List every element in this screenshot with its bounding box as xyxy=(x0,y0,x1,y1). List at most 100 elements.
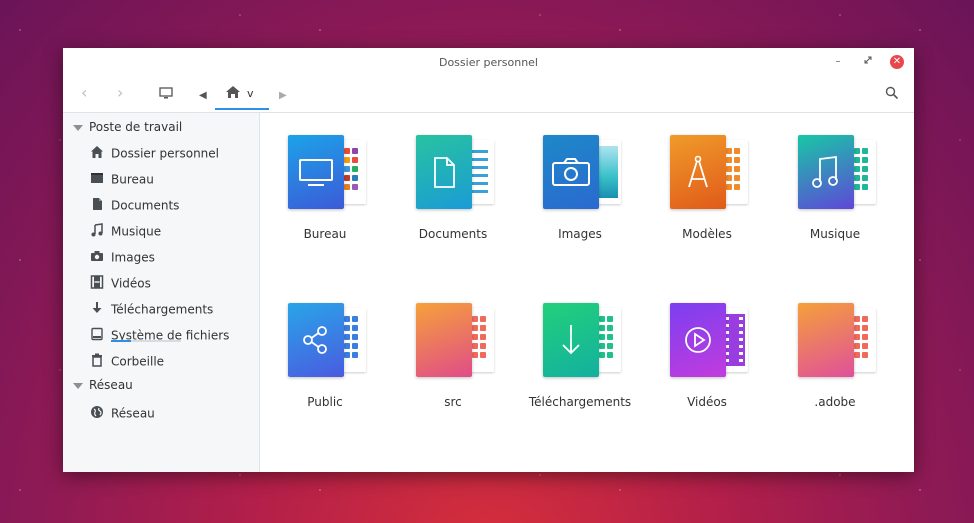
folder-icon xyxy=(798,303,878,379)
toolbar: ‹ › ◀ v ▶ xyxy=(63,76,914,113)
camera-icon xyxy=(90,249,104,263)
folder-front-pane xyxy=(416,135,472,209)
sidebar-item-label: Images xyxy=(111,250,155,265)
sidebar-section-workspace[interactable]: Poste de travail xyxy=(73,120,182,134)
compass-icon xyxy=(688,155,708,188)
folder-item-src[interactable]: src xyxy=(388,281,508,411)
search-icon[interactable] xyxy=(885,86,899,103)
folder-label: Images xyxy=(558,227,602,241)
folder-front-pane xyxy=(543,303,599,377)
folder-item-videos[interactable]: Vidéos xyxy=(642,281,762,411)
minimize-icon[interactable]: – xyxy=(831,55,845,69)
breadcrumb-right-arrow-icon[interactable]: ▶ xyxy=(279,88,287,104)
sidebar-item-label: Musique xyxy=(111,224,162,239)
folder-label: Modèles xyxy=(682,227,732,241)
sidebar-item-label: Documents xyxy=(111,198,180,213)
sidebar-item-downloads[interactable]: Téléchargements xyxy=(90,299,213,319)
sidebar-item-label: Vidéos xyxy=(111,276,151,291)
window-title: Dossier personnel xyxy=(438,56,538,69)
home-icon xyxy=(90,145,104,159)
folder-item-documents[interactable]: Documents xyxy=(388,113,508,243)
breadcrumb-home[interactable]: v xyxy=(215,82,269,110)
folder-label: Documents xyxy=(418,227,488,241)
folder-icon xyxy=(288,303,368,379)
sidebar-item-label: Réseau xyxy=(111,406,155,421)
trash-icon xyxy=(90,353,104,367)
camera-icon xyxy=(552,158,590,186)
play-icon xyxy=(685,327,711,353)
desktop-icon xyxy=(90,171,104,185)
maximize-icon[interactable] xyxy=(861,55,875,69)
folder-label: Vidéos xyxy=(687,395,727,409)
download-icon xyxy=(562,325,580,355)
folder-icon xyxy=(288,135,368,211)
back-button[interactable]: ‹ xyxy=(81,85,87,101)
file-icon xyxy=(434,157,455,188)
folder-item-modeles[interactable]: Modèles xyxy=(642,113,762,243)
folder-front-pane xyxy=(798,135,854,209)
sidebar-item-desktop[interactable]: Bureau xyxy=(90,169,154,189)
folder-item-adobe[interactable]: .adobe xyxy=(770,281,890,411)
folder-icon xyxy=(416,303,496,379)
folder-front-pane xyxy=(416,303,472,377)
monitor-icon xyxy=(299,159,333,186)
drive-icon xyxy=(90,327,104,341)
folder-icon xyxy=(670,303,750,379)
folder-label: Musique xyxy=(809,227,861,241)
collapse-triangle-icon xyxy=(73,382,83,389)
folder-label: Bureau xyxy=(303,227,347,241)
section-label: Réseau xyxy=(89,378,133,392)
folder-icon xyxy=(416,135,496,211)
sidebar-item-videos[interactable]: Vidéos xyxy=(90,273,151,293)
forward-button[interactable]: › xyxy=(117,85,123,101)
collapse-triangle-icon xyxy=(73,124,83,131)
folder-item-telechargements[interactable]: Téléchargements xyxy=(515,281,635,411)
file-manager-window: Dossier personnel – ✕ ‹ › ◀ v ▶ Poste de… xyxy=(63,48,914,472)
folder-front-pane xyxy=(670,303,726,377)
download-icon xyxy=(90,301,104,315)
section-label: Poste de travail xyxy=(89,120,183,134)
close-icon[interactable]: ✕ xyxy=(890,55,904,69)
folder-label: Public xyxy=(307,395,343,409)
sidebar-section-network[interactable]: Réseau xyxy=(73,378,133,392)
folder-label: src xyxy=(444,395,462,409)
folder-front-pane xyxy=(288,303,344,377)
music-note-icon xyxy=(812,155,838,188)
home-icon xyxy=(225,85,241,102)
folder-front-pane xyxy=(543,135,599,209)
folder-front-pane xyxy=(288,135,344,209)
folder-item-bureau[interactable]: Bureau xyxy=(260,113,380,243)
computer-icon[interactable] xyxy=(159,87,173,104)
folder-front-pane xyxy=(670,135,726,209)
folder-icon xyxy=(543,303,623,379)
sidebar-item-label: Bureau xyxy=(111,172,154,187)
sidebar-item-home[interactable]: Dossier personnel xyxy=(90,143,219,163)
folder-icon xyxy=(798,135,878,211)
folder-item-musique[interactable]: Musique xyxy=(770,113,890,243)
film-icon xyxy=(90,275,104,289)
sidebar-item-documents[interactable]: Documents xyxy=(90,195,179,215)
sidebar-item-network[interactable]: Réseau xyxy=(90,403,155,423)
document-icon xyxy=(90,197,104,211)
folder-label: Téléchargements xyxy=(528,395,632,409)
disk-usage-fill xyxy=(111,340,131,342)
folder-label: .adobe xyxy=(814,395,856,409)
title-bar: Dossier personnel – ✕ xyxy=(63,48,914,76)
sidebar-item-label: Téléchargements xyxy=(111,302,214,317)
globe-icon xyxy=(90,405,104,419)
folder-icon xyxy=(543,135,623,211)
folder-item-images[interactable]: Images xyxy=(515,113,635,243)
share-icon xyxy=(303,326,327,354)
sidebar-item-music[interactable]: Musique xyxy=(90,221,161,241)
folder-grid: Bureau Documents Images Modèles Musique … xyxy=(260,113,914,472)
sidebar-item-images[interactable]: Images xyxy=(90,247,155,267)
sidebar-item-trash[interactable]: Corbeille xyxy=(90,351,164,371)
breadcrumb-left-arrow-icon[interactable]: ◀ xyxy=(199,88,207,104)
sidebar-item-label: Dossier personnel xyxy=(111,146,220,161)
folder-item-public[interactable]: Public xyxy=(260,281,380,411)
breadcrumb-home-label: v xyxy=(247,87,254,100)
disk-usage-bar xyxy=(111,340,181,342)
sidebar-item-label: Corbeille xyxy=(111,354,165,369)
sidebar-item-filesystem[interactable]: Système de fichiers xyxy=(90,325,229,345)
folder-front-pane xyxy=(798,303,854,377)
